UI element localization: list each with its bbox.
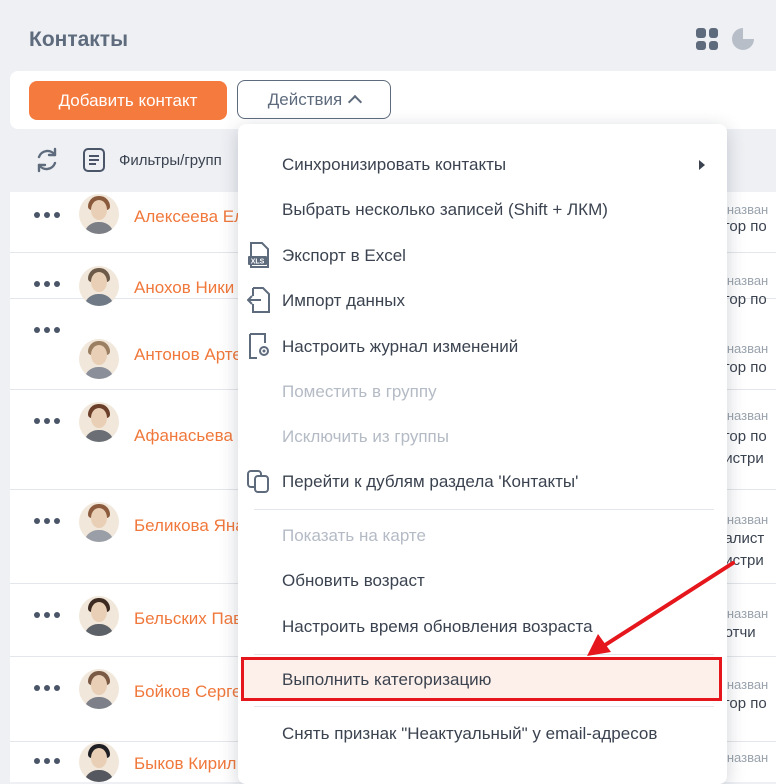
menu-item-show-on-map: Показать на карте bbox=[282, 526, 426, 545]
row-menu-icon[interactable] bbox=[34, 518, 62, 524]
row-menu-icon[interactable] bbox=[34, 418, 62, 424]
row-menu-icon[interactable] bbox=[34, 327, 62, 333]
submenu-arrow-icon bbox=[699, 160, 705, 170]
menu-item-sync-contacts[interactable]: Синхронизировать контакты bbox=[282, 155, 506, 175]
contact-name[interactable]: Антонов Арте bbox=[134, 345, 242, 365]
contact-name[interactable]: Быков Кирил bbox=[134, 754, 236, 774]
contact-name[interactable]: Бельских Пав bbox=[134, 609, 242, 629]
contact-name[interactable]: Афанасьева Е bbox=[134, 426, 249, 446]
menu-separator bbox=[254, 509, 714, 510]
actions-button[interactable]: Действия bbox=[237, 80, 391, 119]
contact-name[interactable]: Бойков Серге bbox=[134, 682, 241, 702]
filters-groups-label[interactable]: Фильтры/групп bbox=[119, 152, 222, 169]
avatar bbox=[79, 669, 119, 709]
contact-name[interactable]: Алексеева Ел bbox=[134, 207, 244, 227]
duplicates-icon bbox=[247, 470, 269, 493]
page-title: Контакты bbox=[29, 28, 129, 51]
pie-chart-icon[interactable] bbox=[732, 28, 754, 50]
avatar bbox=[79, 502, 119, 542]
row-menu-icon[interactable] bbox=[34, 212, 62, 218]
row-menu-icon[interactable] bbox=[34, 612, 62, 618]
row-menu-icon[interactable] bbox=[34, 281, 62, 287]
menu-separator bbox=[254, 654, 714, 655]
menu-item-select-multiple[interactable]: Выбрать несколько записей (Shift + ЛКМ) bbox=[282, 200, 608, 220]
excel-export-icon: XLS bbox=[248, 242, 269, 268]
import-icon bbox=[247, 287, 270, 313]
refresh-icon[interactable] bbox=[33, 146, 61, 174]
menu-item-duplicates[interactable]: Перейти к дублям раздела 'Контакты' bbox=[282, 472, 578, 492]
menu-item-update-age[interactable]: Обновить возраст bbox=[282, 571, 425, 591]
menu-item-age-update-time[interactable]: Настроить время обновления возраста bbox=[282, 617, 593, 637]
view-switcher bbox=[696, 28, 754, 50]
menu-item-categorize[interactable]: Выполнить категоризацию bbox=[282, 670, 491, 690]
filter-list-icon[interactable] bbox=[82, 147, 106, 173]
row-menu-icon[interactable] bbox=[34, 758, 62, 764]
menu-item-change-log[interactable]: Настроить журнал изменений bbox=[282, 337, 518, 357]
avatar bbox=[79, 596, 119, 636]
row-menu-icon[interactable] bbox=[34, 685, 62, 691]
actions-label: Действия bbox=[267, 89, 343, 109]
menu-item-remove-from-group: Исключить из группы bbox=[282, 427, 449, 446]
contact-name[interactable]: Анохов Ники bbox=[134, 278, 234, 298]
menu-item-add-to-group: Поместить в группу bbox=[282, 382, 437, 401]
avatar bbox=[79, 194, 119, 234]
menu-item-clear-irrelevant-email[interactable]: Снять признак "Неактуальный" у email-адр… bbox=[282, 724, 657, 744]
menu-separator bbox=[254, 706, 714, 707]
grid-view-icon[interactable] bbox=[696, 28, 718, 50]
avatar bbox=[79, 742, 119, 782]
avatar bbox=[79, 402, 119, 442]
excel-icon-text: XLS bbox=[251, 259, 265, 266]
add-contact-button[interactable]: Добавить контакт bbox=[29, 81, 227, 120]
menu-item-export-excel[interactable]: Экспорт в Excel bbox=[282, 246, 406, 266]
avatar bbox=[79, 339, 119, 379]
chevron-up-icon bbox=[348, 94, 363, 110]
change-log-settings-icon bbox=[249, 333, 269, 359]
menu-item-import-data[interactable]: Импорт данных bbox=[282, 291, 405, 311]
contact-name[interactable]: Беликова Яна bbox=[134, 516, 245, 536]
